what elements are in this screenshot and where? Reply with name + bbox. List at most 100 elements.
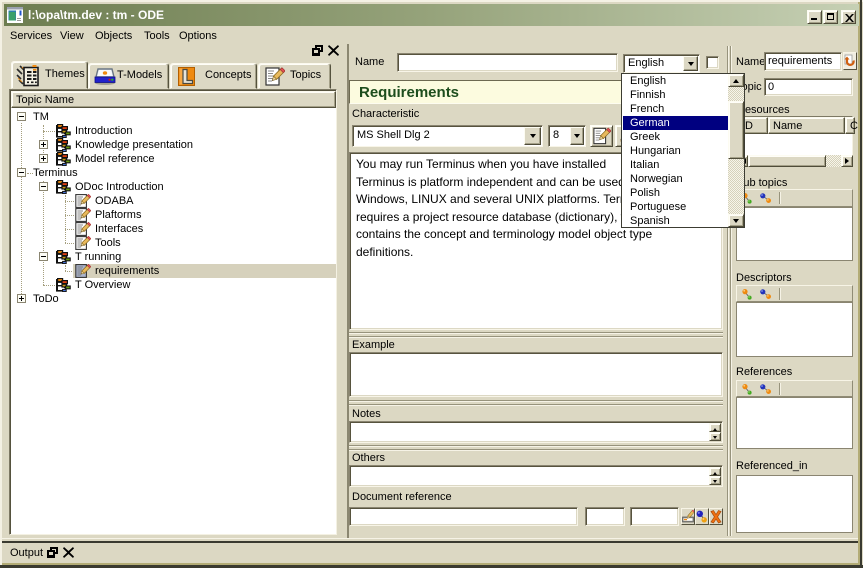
subtopics-list[interactable] — [736, 207, 853, 261]
resources-hscrollbar[interactable] — [736, 155, 853, 167]
tree-expand-button[interactable] — [39, 140, 48, 149]
language-option-hungarian[interactable]: Hungarian — [623, 144, 729, 158]
topic-name-button[interactable] — [843, 52, 857, 70]
splitter-1b[interactable] — [349, 336, 723, 338]
maximize-button[interactable] — [823, 10, 838, 24]
language-option-spanish[interactable]: Spanish — [623, 214, 729, 227]
others-spin-down[interactable] — [709, 476, 721, 485]
tree-item-odoc-introduction[interactable]: ODoc Introduction — [11, 180, 336, 194]
tree-item-todo[interactable]: ToDo — [11, 292, 336, 306]
hscroll-thumb[interactable] — [748, 155, 826, 167]
font-size-combo[interactable]: 8 — [548, 125, 586, 147]
tree-item-t-running[interactable]: T running — [11, 250, 336, 264]
resources-column-c[interactable]: C — [845, 117, 855, 134]
docref-delete-button[interactable] — [709, 508, 723, 525]
tab-concepts[interactable]: Concepts — [170, 63, 257, 89]
topic-name-input[interactable]: requirements — [764, 52, 842, 71]
notes-spin-up[interactable] — [709, 423, 721, 432]
menu-item-view[interactable]: View — [60, 30, 84, 42]
descriptors-insert-button[interactable] — [741, 288, 756, 301]
splitter-1[interactable] — [349, 332, 723, 334]
font-combo-arrow[interactable] — [524, 127, 541, 145]
language-option-polish[interactable]: Polish — [623, 186, 729, 200]
tab-themes[interactable]: Themes — [11, 61, 88, 89]
language-option-finnish[interactable]: Finnish — [623, 88, 729, 102]
tree-item-model-reference[interactable]: Model reference — [11, 152, 336, 166]
splitter-2[interactable] — [349, 400, 723, 402]
language-option-english[interactable]: English — [623, 74, 729, 88]
language-option-german[interactable]: German — [623, 116, 729, 130]
docref-sign-button[interactable] — [681, 508, 695, 525]
docref-input[interactable] — [349, 507, 578, 526]
docref-pos-input[interactable] — [630, 507, 679, 526]
tab-t-models[interactable]: T-Models — [88, 63, 169, 89]
tree-item-tm[interactable]: TM — [11, 110, 336, 124]
example-textarea[interactable] — [349, 352, 723, 397]
edit-characteristic-button[interactable] — [590, 125, 613, 147]
panel-close-button[interactable] — [328, 45, 339, 56]
output-close-button[interactable] — [63, 547, 74, 558]
language-option-norwegian[interactable]: Norwegian — [623, 172, 729, 186]
tree-item-tools[interactable]: Tools — [11, 236, 336, 250]
docref-link-button[interactable] — [695, 508, 709, 525]
tree-column-header[interactable]: Topic Name — [11, 91, 336, 108]
title-bar[interactable]: l:\opa\tm.dev : tm - ODE — [4, 4, 859, 26]
dropdown-scrollbar[interactable] — [728, 74, 744, 227]
language-option-portuguese[interactable]: Portuguese — [623, 200, 729, 214]
notes-spin-down[interactable] — [709, 432, 721, 441]
language-combo-arrow[interactable] — [683, 56, 698, 71]
tree-item-requirements[interactable]: requirements — [73, 264, 336, 278]
minimize-button[interactable] — [807, 10, 822, 24]
others-spin-up[interactable] — [709, 467, 721, 476]
tree-expand-button[interactable] — [39, 154, 48, 163]
language-combo[interactable]: English — [623, 54, 700, 73]
splitter-3[interactable] — [349, 445, 723, 447]
dropdown-scroll-thumb[interactable] — [728, 101, 744, 159]
language-option-french[interactable]: French — [623, 102, 729, 116]
docref-page-input[interactable] — [585, 507, 625, 526]
hscroll-right-button[interactable] — [841, 155, 853, 167]
subtopics-select-button[interactable] — [759, 192, 774, 205]
resources-column-name[interactable]: Name — [768, 117, 845, 134]
menu-item-tools[interactable]: Tools — [144, 30, 170, 42]
menu-item-objects[interactable]: Objects — [95, 30, 132, 42]
splitter-2b[interactable] — [349, 404, 723, 406]
tree-item-plaftorms[interactable]: Plaftorms — [11, 208, 336, 222]
dropdown-scroll-up-button[interactable] — [728, 74, 744, 87]
tree-collapse-button[interactable] — [39, 252, 48, 261]
dropdown-scroll-down-button[interactable] — [728, 214, 744, 227]
tree-item-interfaces[interactable]: Interfaces — [11, 222, 336, 236]
font-combo[interactable]: MS Shell Dlg 2 — [352, 125, 543, 147]
topic-number-input[interactable]: 0 — [764, 78, 853, 96]
tree-item-knowledge-presentation[interactable]: Knowledge presentation — [11, 138, 336, 152]
tree-item-t-overview[interactable]: T Overview — [11, 278, 336, 292]
tree-collapse-button[interactable] — [17, 168, 26, 177]
referenced-in-list[interactable] — [736, 475, 853, 533]
descriptors-select-button[interactable] — [759, 288, 774, 301]
panel-float-button[interactable] — [312, 45, 324, 56]
language-checkbox[interactable] — [706, 56, 719, 69]
tree-expand-button[interactable] — [17, 294, 26, 303]
descriptors-list[interactable] — [736, 302, 853, 357]
notes-input[interactable] — [349, 421, 723, 443]
editor-name-input[interactable] — [397, 53, 618, 72]
menu-item-services[interactable]: Services — [10, 30, 52, 42]
tree-item-terminus[interactable]: Terminus — [11, 166, 336, 180]
others-input[interactable] — [349, 465, 723, 487]
references-insert-button[interactable] — [741, 383, 756, 396]
tree-item-introduction[interactable]: Introduction — [11, 124, 336, 138]
language-option-italian[interactable]: Italian — [623, 158, 729, 172]
tree-collapse-button[interactable] — [39, 182, 48, 191]
tree-item-odaba[interactable]: ODABA — [11, 194, 336, 208]
output-float-button[interactable] — [47, 547, 59, 558]
menu-item-options[interactable]: Options — [179, 30, 217, 42]
splitter-3b[interactable] — [349, 449, 723, 451]
references-select-button[interactable] — [759, 383, 774, 396]
language-option-greek[interactable]: Greek — [623, 130, 729, 144]
tab-topics[interactable]: Topics — [258, 63, 331, 89]
references-list[interactable] — [736, 397, 853, 449]
font-size-combo-arrow[interactable] — [570, 127, 584, 145]
tab-themes-label: Themes — [45, 68, 85, 82]
tree-collapse-button[interactable] — [17, 112, 26, 121]
close-button[interactable] — [841, 10, 856, 24]
